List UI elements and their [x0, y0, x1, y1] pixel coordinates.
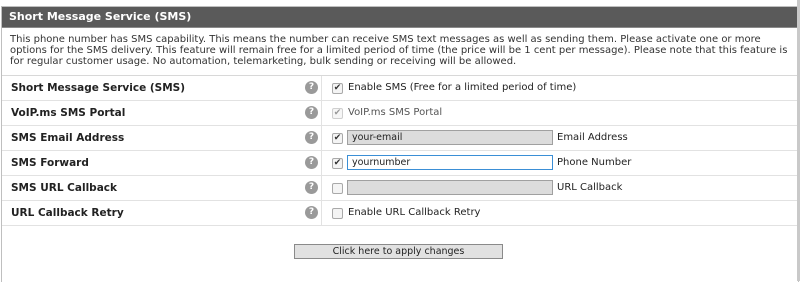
divider [321, 126, 322, 150]
email-label: SMS Email Address [11, 132, 125, 144]
callback-retry-text: Enable URL Callback Retry [348, 207, 481, 218]
email-checkbox[interactable]: ✔ [332, 133, 343, 144]
enable-sms-text: Enable SMS (Free for a limited period of… [348, 82, 577, 93]
portal-text: VoIP.ms SMS Portal [348, 107, 443, 118]
divider [321, 101, 322, 125]
help-icon[interactable]: ? [305, 206, 318, 219]
url-callback-label: SMS URL Callback [11, 182, 117, 194]
forward-input[interactable] [347, 155, 553, 170]
apply-changes-button[interactable]: Click here to apply changes [294, 244, 503, 259]
email-input[interactable] [347, 130, 553, 145]
sms-panel: Short Message Service (SMS) This phone n… [1, 6, 799, 282]
callback-retry-checkbox[interactable] [332, 208, 343, 219]
form-footer: Click here to apply changes [2, 226, 798, 267]
forward-field-caption: Phone Number [557, 157, 632, 168]
url-callback-checkbox[interactable] [332, 183, 343, 194]
help-icon[interactable]: ? [305, 81, 318, 94]
help-icon[interactable]: ? [305, 106, 318, 119]
divider [321, 176, 322, 200]
row-portal: VoIP.ms SMS Portal ? ✔ VoIP.ms SMS Porta… [2, 101, 798, 126]
row-forward: SMS Forward ? ✔ Phone Number [2, 151, 798, 176]
help-icon[interactable]: ? [305, 156, 318, 169]
row-url-callback: SMS URL Callback ? URL Callback [2, 176, 798, 201]
url-callback-input[interactable] [347, 180, 553, 195]
portal-checkbox: ✔ [332, 108, 343, 119]
forward-checkbox[interactable]: ✔ [332, 158, 343, 169]
section-description: This phone number has SMS capability. Th… [2, 28, 798, 76]
callback-retry-label: URL Callback Retry [11, 207, 124, 219]
row-callback-retry: URL Callback Retry ? Enable URL Callback… [2, 201, 798, 226]
sms-label: Short Message Service (SMS) [11, 82, 186, 94]
forward-label: SMS Forward [11, 157, 89, 169]
divider [321, 151, 322, 175]
row-sms: Short Message Service (SMS) ? ✔ Enable S… [2, 76, 798, 101]
url-callback-caption: URL Callback [557, 182, 623, 193]
divider [321, 201, 322, 225]
divider [321, 76, 322, 100]
row-email: SMS Email Address ? ✔ Email Address [2, 126, 798, 151]
section-header: Short Message Service (SMS) [2, 7, 798, 28]
portal-label: VoIP.ms SMS Portal [11, 107, 126, 119]
help-icon[interactable]: ? [305, 181, 318, 194]
help-icon[interactable]: ? [305, 131, 318, 144]
email-field-caption: Email Address [557, 132, 628, 143]
enable-sms-checkbox[interactable]: ✔ [332, 83, 343, 94]
